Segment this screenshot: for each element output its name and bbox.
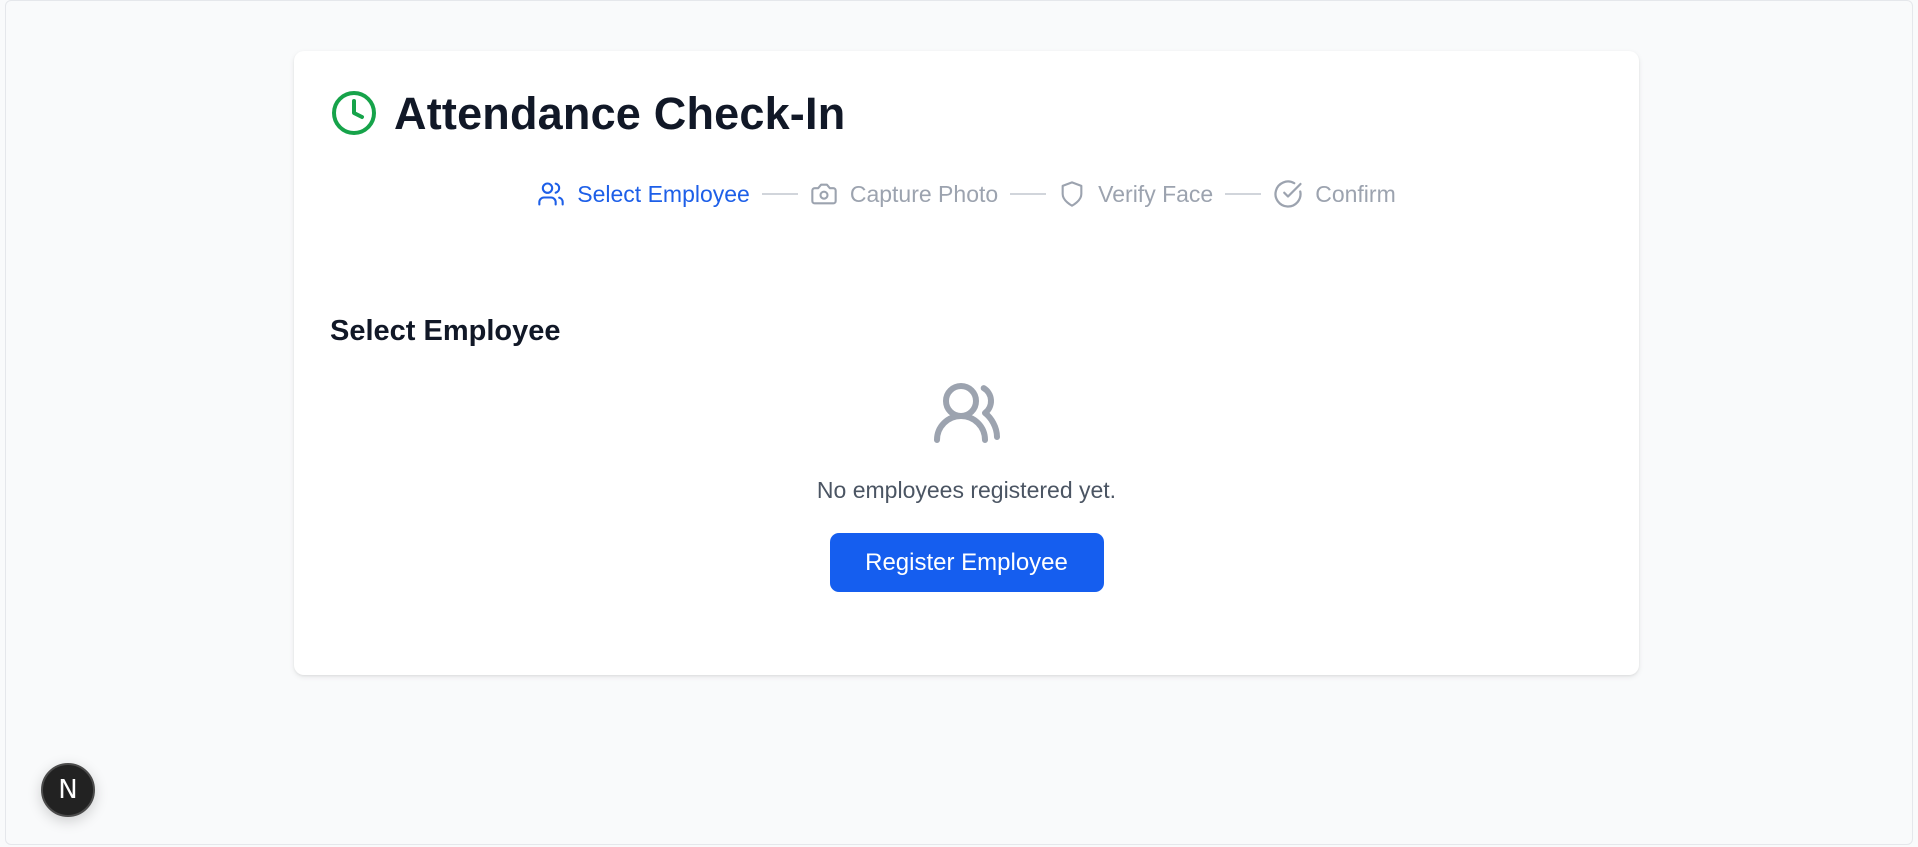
users-icon [537, 180, 565, 208]
step-verify-face: Verify Face [1058, 180, 1213, 208]
users-icon [931, 377, 1003, 449]
step-label: Select Employee [577, 180, 750, 207]
badge-letter: N [58, 775, 78, 805]
step-divider [1225, 193, 1262, 195]
step-confirm: Confirm [1273, 179, 1396, 209]
dev-tools-badge[interactable]: N [41, 763, 95, 817]
step-divider [761, 193, 798, 195]
register-employee-button[interactable]: Register Employee [829, 533, 1104, 592]
empty-state: No employees registered yet. Register Em… [294, 377, 1639, 592]
step-divider [1010, 193, 1047, 195]
step-label: Verify Face [1098, 180, 1214, 207]
clock-icon [330, 89, 378, 137]
step-select-employee: Select Employee [537, 180, 750, 208]
step-label: Capture Photo [849, 180, 999, 207]
page-title: Attendance Check-In [394, 87, 846, 139]
shield-icon [1058, 180, 1086, 208]
check-circle-icon [1273, 179, 1303, 209]
app-frame: Attendance Check-In Select Employee Capt… [5, 0, 1913, 845]
empty-state-message: No employees registered yet. [816, 477, 1117, 503]
camera-icon [810, 180, 838, 208]
check-in-card: Attendance Check-In Select Employee Capt… [294, 51, 1639, 675]
progress-stepper: Select Employee Capture Photo Verify Fac… [294, 179, 1639, 209]
step-capture-photo: Capture Photo [810, 180, 998, 208]
section-title: Select Employee [330, 315, 561, 347]
step-label: Confirm [1315, 180, 1396, 207]
page-header: Attendance Check-In [330, 89, 845, 137]
